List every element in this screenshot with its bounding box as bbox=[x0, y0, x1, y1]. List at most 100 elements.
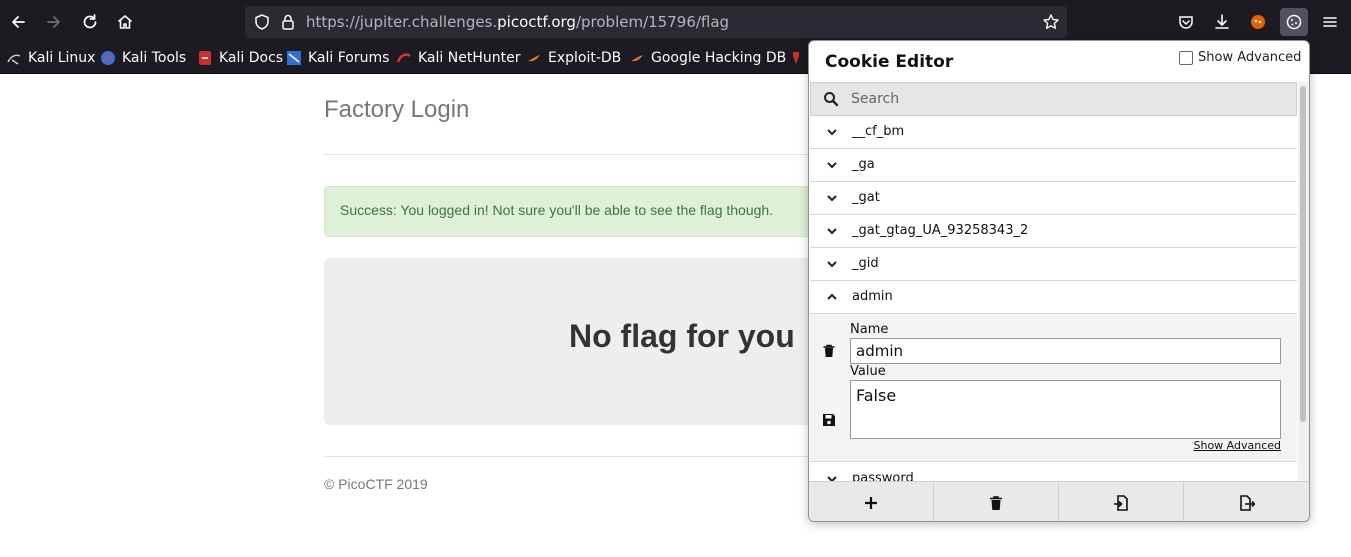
back-arrow-icon bbox=[12, 16, 25, 28]
bookmark-kali-forums[interactable]: Kali Forums bbox=[286, 44, 389, 72]
bookmark-label: Exploit-DB bbox=[548, 50, 622, 66]
bookmark-label: Google Hacking DB bbox=[651, 50, 787, 66]
browser-toolbar: https://jupiter.challenges.picoctf.org/p… bbox=[0, 0, 1351, 44]
add-cookie-button[interactable] bbox=[809, 482, 934, 521]
search-input[interactable] bbox=[851, 83, 1291, 115]
jumbotron-text: No flag for you bbox=[569, 318, 795, 354]
delete-all-icon bbox=[990, 495, 1002, 510]
cookie-detail-panel: Name Value False Show Advanced bbox=[810, 314, 1297, 462]
back-button[interactable] bbox=[4, 8, 32, 36]
show-advanced-label[interactable]: Show Advanced bbox=[1198, 50, 1301, 65]
cookie-value-input[interactable]: False bbox=[850, 380, 1281, 439]
url-domain: picoctf.org bbox=[497, 13, 576, 31]
cookie-row[interactable]: password bbox=[810, 463, 1297, 482]
cookie-list: __cf_bm _ga _gat _gat_gtag_UA_93258343_2… bbox=[810, 116, 1297, 482]
home-button[interactable] bbox=[111, 8, 139, 36]
kali-icon bbox=[6, 50, 22, 66]
scrollbar[interactable] bbox=[1298, 82, 1309, 482]
chevron-down-icon bbox=[827, 261, 837, 268]
url-bar[interactable]: https://jupiter.challenges.picoctf.org/p… bbox=[245, 6, 1067, 38]
fox-extension-icon bbox=[1251, 15, 1265, 29]
chevron-up-icon bbox=[827, 293, 837, 300]
bookmark-label: Kali Tools bbox=[122, 50, 187, 66]
reload-icon bbox=[83, 14, 97, 29]
url-text[interactable]: https://jupiter.challenges.picoctf.org/p… bbox=[306, 6, 729, 38]
cookie-name: _gid bbox=[852, 256, 879, 271]
pocket-icon bbox=[1179, 16, 1193, 29]
cookie-name: _gat bbox=[852, 190, 880, 205]
bookmark-kali-nethunter[interactable]: Kali NetHunter bbox=[396, 44, 520, 72]
cookie-row[interactable]: _gid bbox=[810, 248, 1297, 281]
scrollbar-thumb[interactable] bbox=[1300, 86, 1306, 422]
reload-button[interactable] bbox=[76, 8, 104, 36]
bookmark-label: Kali Docs bbox=[219, 50, 284, 66]
cookie-row[interactable]: _gat bbox=[810, 182, 1297, 215]
bookmark-star-icon[interactable] bbox=[1042, 13, 1060, 31]
import-icon bbox=[1114, 494, 1128, 511]
search-icon bbox=[824, 92, 839, 107]
cookie-editor-popup: Cookie Editor Show Advanced __cf_bm _ga … bbox=[808, 40, 1310, 522]
show-advanced-checkbox[interactable] bbox=[1179, 51, 1193, 65]
cookie-row[interactable]: _ga bbox=[810, 149, 1297, 182]
shield-icon[interactable] bbox=[253, 13, 271, 31]
cookie-row[interactable]: _gat_gtag_UA_93258343_2 bbox=[810, 215, 1297, 248]
delete-cookie-icon[interactable] bbox=[822, 344, 836, 358]
action-bar bbox=[809, 481, 1309, 521]
bookmark-kali-linux[interactable]: Kali Linux bbox=[6, 44, 95, 72]
cookie-name: admin bbox=[852, 289, 893, 304]
download-icon bbox=[1215, 14, 1229, 29]
search-box bbox=[810, 82, 1297, 116]
forward-arrow-icon bbox=[47, 16, 60, 28]
hamburger-menu-icon bbox=[1323, 17, 1337, 27]
add-icon bbox=[865, 496, 877, 509]
name-label: Name bbox=[850, 322, 889, 337]
chevron-down-icon bbox=[827, 162, 837, 169]
cookie-row[interactable]: __cf_bm bbox=[810, 116, 1297, 149]
bookmark-label: Kali Linux bbox=[28, 50, 96, 66]
bookmark-overflow[interactable] bbox=[788, 44, 810, 72]
export-icon bbox=[1239, 494, 1255, 511]
bookmark-label: Kali NetHunter bbox=[418, 50, 521, 66]
forward-button[interactable] bbox=[40, 8, 68, 36]
kali-tools-icon bbox=[100, 50, 116, 66]
cookie-row-admin[interactable]: admin bbox=[810, 281, 1297, 314]
kali-docs-icon bbox=[197, 50, 213, 66]
bookmark-kali-docs[interactable]: Kali Docs bbox=[197, 44, 283, 72]
url-path: /problem/15796/flag bbox=[575, 13, 730, 31]
lock-icon[interactable] bbox=[279, 13, 297, 31]
chevron-down-icon bbox=[827, 228, 837, 235]
save-cookie-icon[interactable] bbox=[822, 413, 836, 427]
exploit-db-icon bbox=[526, 50, 542, 66]
home-icon bbox=[117, 15, 133, 29]
alert-text: Success: You logged in! Not sure you'll … bbox=[340, 202, 774, 218]
value-label: Value bbox=[850, 364, 886, 379]
downloads-button[interactable] bbox=[1208, 8, 1236, 36]
chevron-down-icon bbox=[827, 195, 837, 202]
cookie-name: _ga bbox=[852, 157, 875, 172]
bookmark-label: Kali Forums bbox=[308, 50, 390, 66]
export-button[interactable] bbox=[1184, 482, 1309, 521]
url-prefix: https://jupiter.challenges. bbox=[306, 13, 498, 31]
cookie-icon bbox=[1286, 14, 1302, 30]
extension-button[interactable] bbox=[1244, 8, 1272, 36]
page-title: Factory Login bbox=[324, 96, 470, 123]
menu-button[interactable] bbox=[1316, 8, 1344, 36]
cookie-name: __cf_bm bbox=[852, 124, 905, 139]
bookmark-overflow-icon bbox=[788, 50, 804, 66]
bookmark-exploit-db[interactable]: Exploit-DB bbox=[526, 44, 621, 72]
nethunter-icon bbox=[396, 50, 412, 66]
pocket-button[interactable] bbox=[1172, 8, 1200, 36]
chevron-down-icon bbox=[827, 129, 837, 136]
cookie-name: _gat_gtag_UA_93258343_2 bbox=[852, 223, 1029, 238]
footer-copyright: © PicoCTF 2019 bbox=[324, 476, 428, 492]
bookmark-google-hacking-db[interactable]: Google Hacking DB bbox=[629, 44, 786, 72]
cookie-editor-button[interactable] bbox=[1280, 8, 1308, 36]
delete-all-button[interactable] bbox=[934, 482, 1059, 521]
ghdb-icon bbox=[629, 50, 645, 66]
kali-forums-icon bbox=[286, 50, 302, 66]
popup-title: Cookie Editor bbox=[825, 52, 954, 72]
cookie-name-input[interactable] bbox=[850, 338, 1281, 364]
bookmark-kali-tools[interactable]: Kali Tools bbox=[100, 44, 186, 72]
import-button[interactable] bbox=[1059, 482, 1184, 521]
show-advanced-link[interactable]: Show Advanced bbox=[1193, 439, 1281, 452]
